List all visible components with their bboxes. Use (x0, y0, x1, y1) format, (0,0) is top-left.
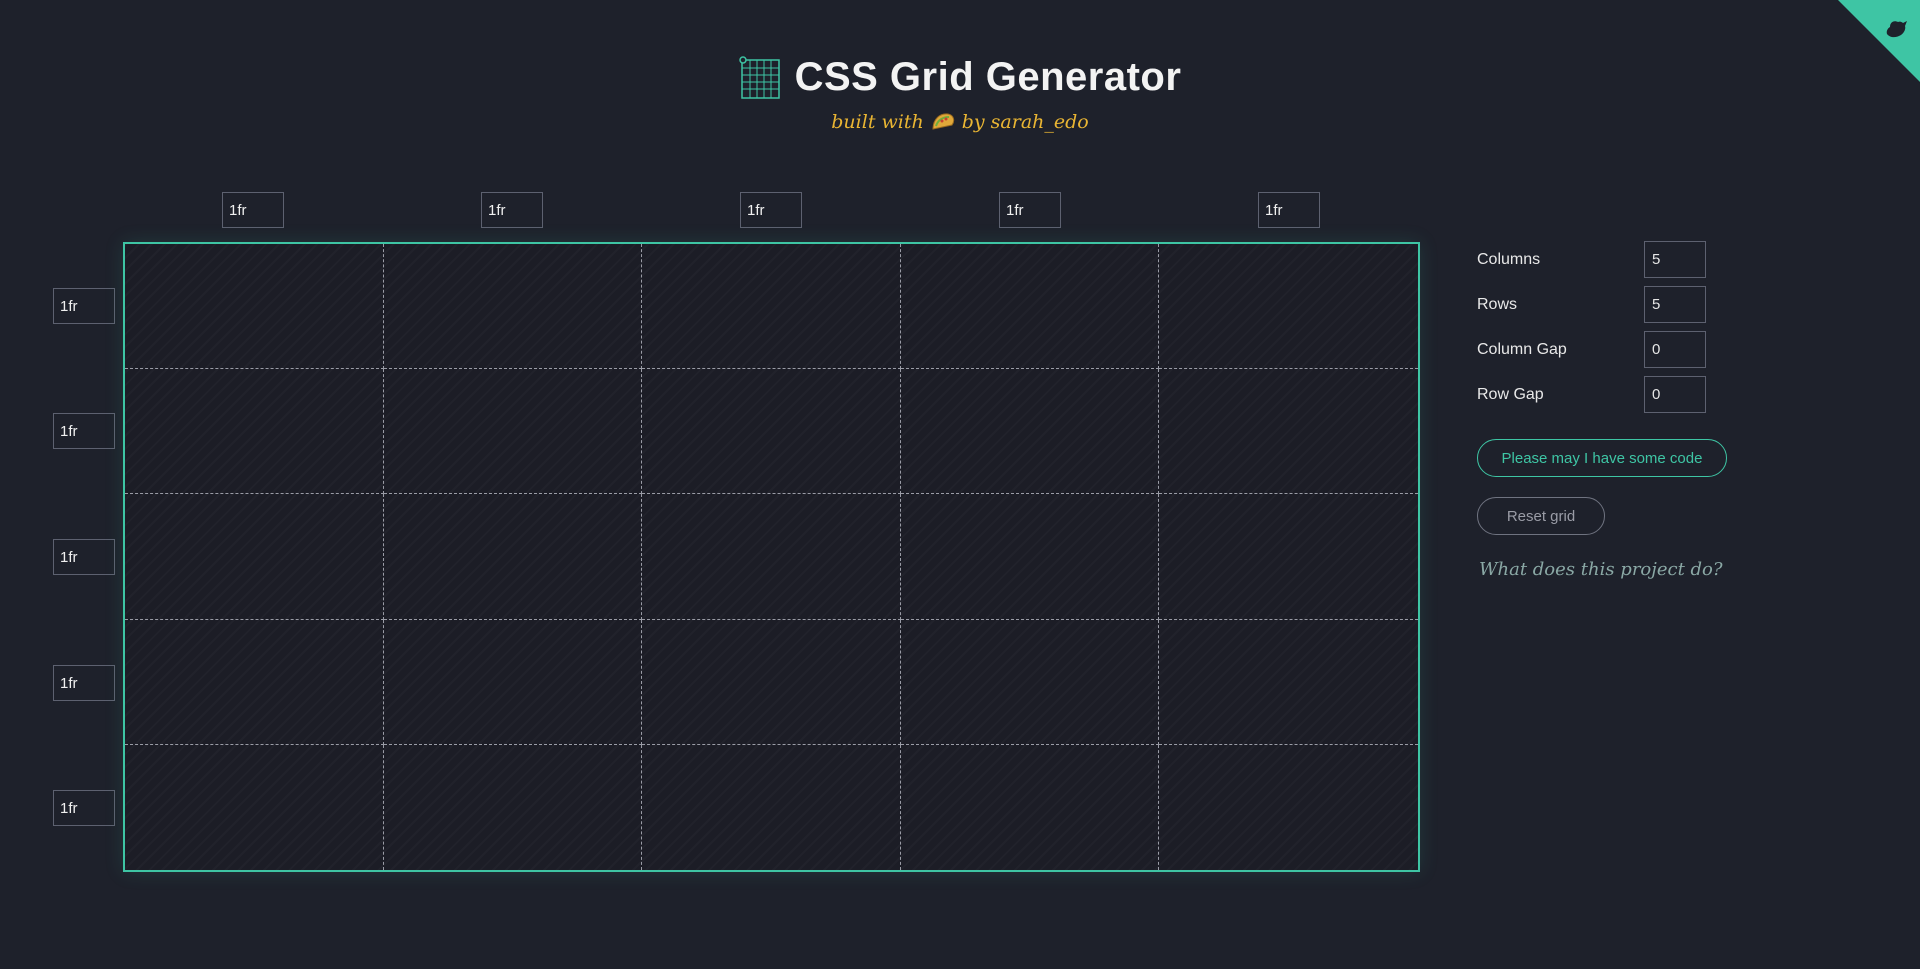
row-track-input-1[interactable] (53, 288, 115, 324)
grid-cell[interactable] (384, 744, 643, 870)
column-track-input-2[interactable] (481, 192, 543, 228)
columns-label: Columns (1477, 250, 1541, 268)
grid-cell[interactable] (900, 494, 1160, 620)
column-track-input-4[interactable] (999, 192, 1061, 228)
row-track-input-4[interactable] (53, 665, 115, 701)
get-code-button[interactable]: Please may I have some code (1477, 439, 1727, 477)
page: CSS Grid Generator built with by sarah_e… (0, 0, 1920, 969)
column-track-input-5[interactable] (1258, 192, 1320, 228)
column-gap-control: Column Gap (1477, 331, 1706, 368)
github-cat-icon (1838, 0, 1920, 82)
grid-cell[interactable] (900, 244, 1160, 370)
grid-cell[interactable] (1159, 745, 1418, 870)
grid-cell[interactable] (642, 369, 901, 495)
row-track-input-5[interactable] (53, 790, 115, 826)
row-gap-input[interactable] (1644, 376, 1706, 413)
grid-cell[interactable] (1159, 494, 1418, 620)
subtitle-prefix: built with (831, 110, 924, 133)
grid-cell[interactable] (125, 744, 384, 870)
grid-cell[interactable] (383, 369, 643, 495)
grid-cell[interactable] (1159, 620, 1418, 745)
grid-cell[interactable] (383, 494, 643, 620)
grid-cell[interactable] (901, 744, 1160, 870)
grid-cell[interactable] (900, 369, 1160, 495)
columns-control: Columns (1477, 241, 1706, 278)
grid-cell[interactable] (1159, 369, 1418, 495)
grid-cell[interactable] (1159, 244, 1418, 370)
subtitle-suffix: by sarah_edo (961, 110, 1089, 133)
about-project-link[interactable]: What does this project do? (1477, 559, 1757, 580)
rows-label: Rows (1477, 295, 1518, 313)
controls-panel: Columns Rows Column Gap Row Gap Please m… (1477, 241, 1757, 580)
row-track-input-2[interactable] (53, 413, 115, 449)
column-track-input-3[interactable] (740, 192, 802, 228)
grid-cell[interactable] (383, 619, 643, 745)
subtitle: built with by sarah_edo (0, 111, 1920, 133)
header: CSS Grid Generator built with by sarah_e… (0, 55, 1920, 133)
columns-input[interactable] (1644, 241, 1706, 278)
grid-cell[interactable] (642, 619, 901, 745)
grid-cell[interactable] (642, 744, 901, 870)
grid-cell[interactable] (642, 244, 901, 370)
rows-input[interactable] (1644, 286, 1706, 323)
grid-cell[interactable] (383, 244, 643, 370)
reset-grid-button[interactable]: Reset grid (1477, 497, 1605, 535)
row-track-input-3[interactable] (53, 539, 115, 575)
grid-cell[interactable] (125, 244, 384, 370)
grid-cell[interactable] (125, 369, 384, 495)
grid-cell[interactable] (900, 619, 1160, 745)
grid-cell[interactable] (125, 494, 384, 620)
rows-control: Rows (1477, 286, 1706, 323)
column-gap-label: Column Gap (1477, 340, 1567, 358)
row-gap-control: Row Gap (1477, 376, 1706, 413)
page-title: CSS Grid Generator (794, 55, 1182, 99)
taco-icon (930, 111, 956, 133)
grid-canvas[interactable] (123, 242, 1420, 872)
column-gap-input[interactable] (1644, 331, 1706, 368)
grid-icon (738, 55, 781, 100)
github-corner-link[interactable] (1838, 0, 1920, 82)
grid-cell[interactable] (125, 619, 384, 745)
title-row: CSS Grid Generator (738, 55, 1182, 100)
row-gap-label: Row Gap (1477, 385, 1544, 403)
grid-cell[interactable] (642, 494, 901, 620)
column-track-input-1[interactable] (222, 192, 284, 228)
